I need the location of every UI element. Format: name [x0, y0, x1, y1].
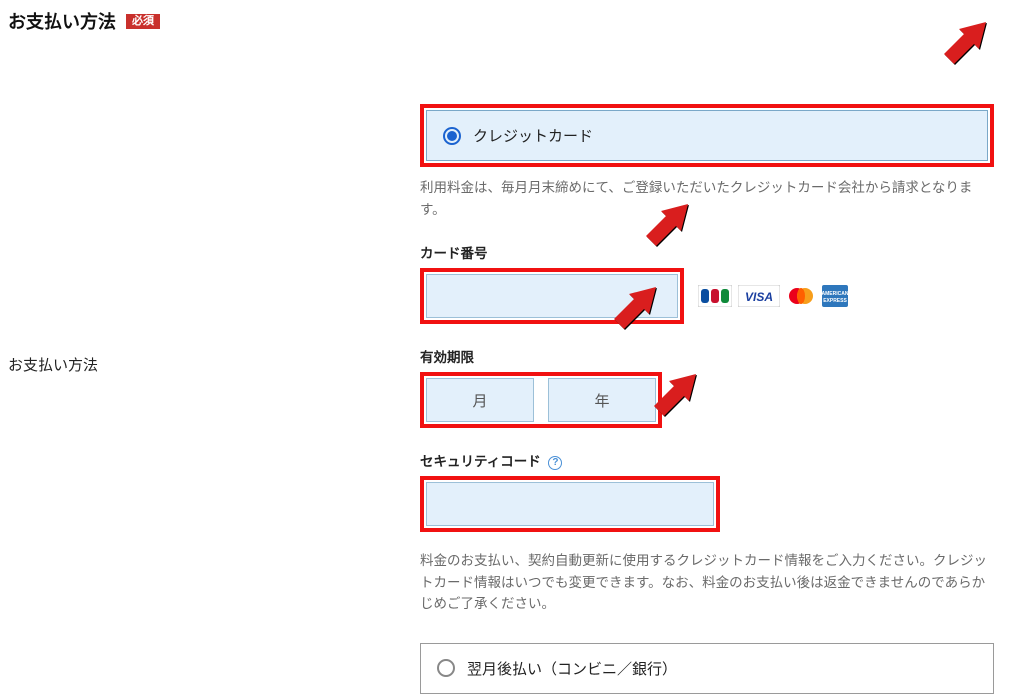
visa-icon: VISA [738, 285, 780, 307]
arrow-icon [640, 200, 690, 250]
credit-card-help-text: 利用料金は、毎月月末締めにて、ご登録いただいたクレジットカード会社から請求となり… [420, 177, 994, 220]
radio-unselected-icon [437, 659, 455, 677]
card-number-label: カード番号 [420, 242, 994, 262]
deferred-option-label: 翌月後払い（コンビニ／銀行） [467, 658, 677, 679]
radio-selected-icon [443, 127, 461, 145]
expiry-month-label: 月 [472, 390, 487, 411]
credit-card-option-label: クレジットカード [473, 125, 593, 146]
amex-icon: AMERICANEXPRESS [822, 285, 848, 307]
jcb-icon [698, 285, 732, 307]
mastercard-icon [786, 285, 816, 307]
arrow-icon [648, 370, 698, 420]
expiry-highlight: 月 年 [420, 372, 662, 428]
security-code-highlight [420, 476, 720, 532]
security-code-input[interactable] [426, 482, 714, 526]
credit-card-option[interactable]: クレジットカード [426, 110, 988, 161]
svg-text:AMERICAN: AMERICAN [822, 291, 848, 297]
section-header: お支払い方法 必須 [0, 0, 1024, 34]
expiry-year-label: 年 [594, 390, 609, 411]
security-code-label-text: セキュリティコード [420, 454, 541, 469]
card-brands: VISA AMERICANEXPRESS [698, 285, 848, 307]
expiry-month-input[interactable]: 月 [426, 378, 534, 422]
arrow-icon [608, 283, 658, 333]
arrow-icon [938, 18, 988, 68]
credit-card-option-highlight: クレジットカード [420, 104, 994, 167]
section-title: お支払い方法 [8, 8, 116, 34]
expiry-year-input[interactable]: 年 [548, 378, 656, 422]
svg-text:EXPRESS: EXPRESS [823, 298, 847, 304]
help-icon[interactable]: ? [548, 456, 562, 470]
credit-card-notice: 料金のお支払い、契約自動更新に使用するクレジットカード情報をご入力ください。クレ… [420, 550, 994, 615]
required-badge: 必須 [126, 14, 160, 29]
deferred-option[interactable]: 翌月後払い（コンビニ／銀行） [420, 643, 994, 694]
expiry-label: 有効期限 [420, 346, 994, 366]
left-side-label: お支払い方法 [8, 354, 420, 375]
security-code-label: セキュリティコード ? [420, 450, 994, 470]
svg-text:VISA: VISA [745, 290, 773, 304]
